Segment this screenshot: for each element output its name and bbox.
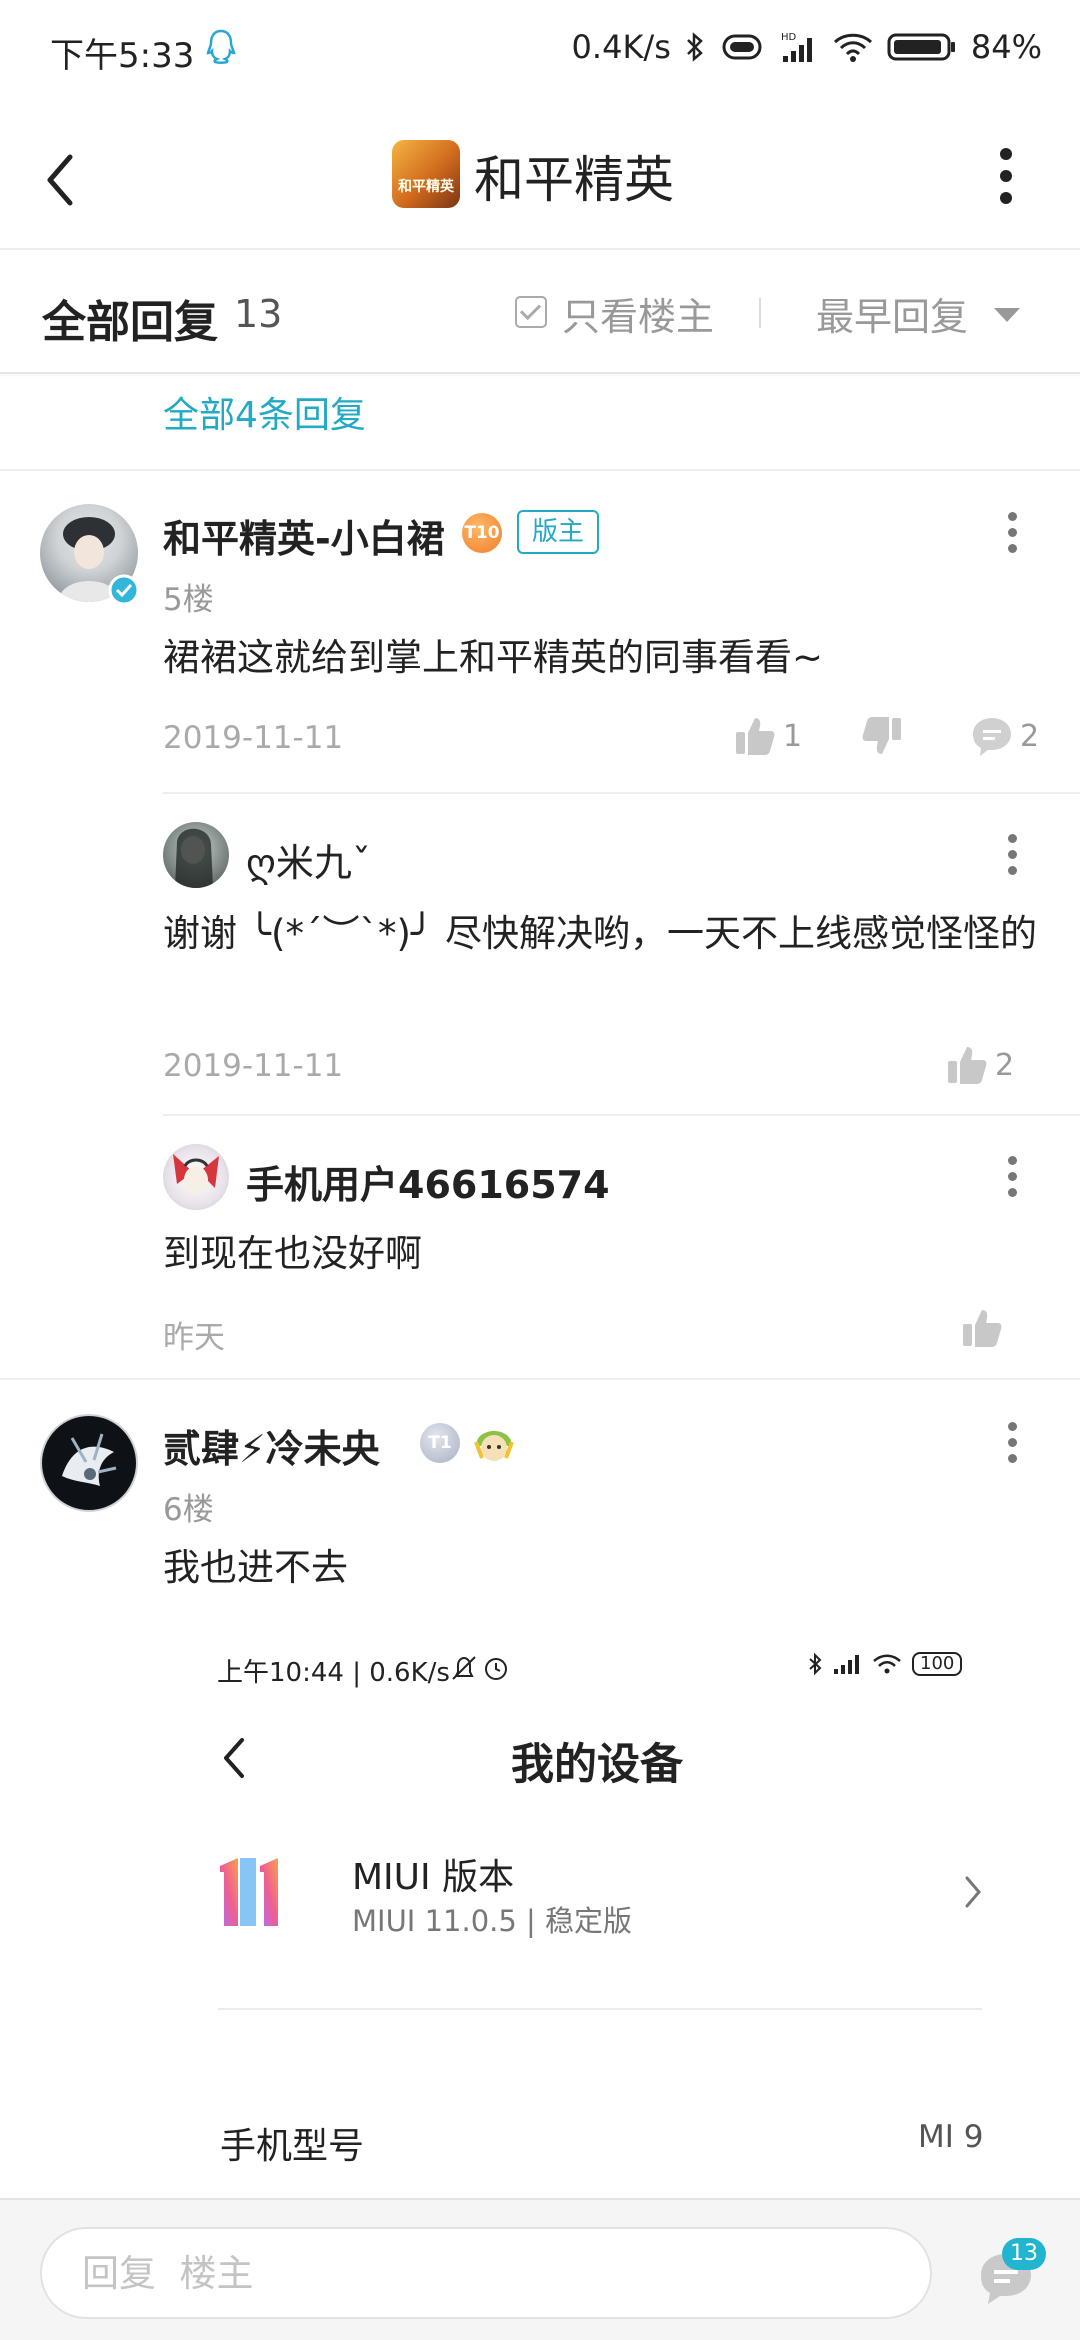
more-menu-icon[interactable]: [995, 148, 1017, 208]
post-content: 裙裙这就给到掌上和平精英的同事看看~: [163, 636, 824, 679]
thumbs-up-icon[interactable]: [960, 1306, 1004, 1350]
battery-percent: 84%: [970, 28, 1042, 66]
reply-content: 到现在也没好啊: [163, 1232, 422, 1275]
back-arrow-icon: [224, 1738, 244, 1778]
moderator-badge: 版主: [517, 510, 599, 554]
comment-count: 2: [1020, 718, 1040, 754]
wifi-icon: [833, 33, 872, 62]
divider: [0, 1378, 1080, 1380]
comment-count-badge: 13: [1002, 2238, 1046, 2270]
embedded-status-right: 100: [808, 1652, 963, 1676]
post-more-icon[interactable]: [1006, 512, 1018, 556]
sort-bar: 全部回复 13 只看楼主 最早回复: [0, 252, 1080, 374]
battery-level: 100: [912, 1652, 963, 1676]
divider: [759, 298, 761, 328]
reply-author[interactable]: 手机用户46616574: [246, 1154, 610, 1209]
game-icon-text: 和平精英: [398, 179, 454, 195]
reply-author[interactable]: ღ米九ˇ: [246, 832, 371, 887]
nav-bar: 和平精英 和平精英: [0, 110, 1080, 250]
chevron-right-icon: [965, 1876, 981, 1908]
level-badge: T1: [420, 1423, 460, 1463]
post-author[interactable]: 贰肆⚡冷未央: [163, 1418, 380, 1473]
signal-icon: HD: [781, 32, 812, 62]
miui-version-value: MIUI 11.0.5 | 稳定版: [352, 1904, 633, 1938]
all-replies-label: 全部回复: [42, 297, 218, 348]
miui-version-label: MIUI 版本: [352, 1857, 515, 1898]
thumbs-down-icon[interactable]: [860, 714, 904, 758]
model-value: MI 9: [918, 2119, 984, 2155]
game-icon: 和平精英: [392, 140, 460, 208]
model-label: 手机型号: [220, 2126, 365, 2167]
svg-text:HD: HD: [781, 32, 797, 43]
status-time: 下午5:33: [50, 36, 195, 76]
bottom-bar: 13: [0, 2198, 1080, 2340]
like-button[interactable]: 2: [945, 1043, 1014, 1087]
mute-alarm-icon: [452, 1656, 507, 1680]
mascot-badge-icon: [474, 1431, 514, 1461]
floor-number: 5楼: [163, 582, 214, 618]
comment-button[interactable]: 2: [970, 714, 1039, 758]
level-badge: T10: [462, 513, 502, 553]
comment-icon: [973, 718, 1011, 756]
reply-avatar[interactable]: [163, 822, 229, 888]
signal-icon: [834, 1655, 859, 1674]
embedded-status-time: 上午10:44 | 0.6K/s: [217, 1658, 450, 1688]
divider: [0, 469, 1080, 471]
page-title: 和平精英: [474, 151, 674, 209]
reply-input[interactable]: [40, 2227, 932, 2319]
divider: [163, 1114, 1080, 1116]
thumbs-up-icon: [948, 1047, 987, 1084]
floor-number: 6楼: [163, 1492, 214, 1528]
like-count: 2: [995, 1047, 1015, 1083]
only-op-checkbox[interactable]: [515, 296, 547, 328]
reply-date: 2019-11-11: [163, 1048, 344, 1084]
all-replies-link[interactable]: 全部4条回复: [163, 386, 366, 438]
reply-more-icon[interactable]: [1006, 834, 1018, 878]
wifi-icon: [873, 1654, 901, 1674]
sort-dropdown[interactable]: 最早回复: [816, 286, 968, 341]
bluetooth-icon: [809, 1652, 822, 1676]
reply-count: 13: [234, 292, 283, 336]
bluetooth-icon: [686, 32, 703, 62]
thumbs-up-icon: [736, 718, 775, 755]
status-right: 0.4K/s HD 84%: [572, 28, 1042, 66]
like-button[interactable]: 1: [733, 714, 802, 758]
miui-logo-icon: [220, 1858, 278, 1926]
post-content: 我也进不去: [163, 1546, 348, 1589]
post-author[interactable]: 和平精英-小白裙: [163, 508, 445, 563]
like-count: 1: [783, 718, 803, 754]
reply-more-icon[interactable]: [1006, 1156, 1018, 1200]
post-more-icon[interactable]: [1006, 1422, 1018, 1466]
divider: [163, 792, 1080, 794]
network-speed: 0.4K/s: [571, 28, 671, 66]
qq-icon: [206, 29, 236, 64]
battery-icon: [887, 33, 955, 61]
status-bar: 下午5:33 0.4K/s HD 84%: [0, 0, 1080, 96]
back-arrow-icon[interactable]: [40, 145, 80, 215]
avatar[interactable]: [40, 1414, 138, 1512]
vibrate-icon: [722, 34, 762, 60]
divider: [218, 2008, 982, 2010]
chevron-down-icon[interactable]: [994, 308, 1020, 322]
post-date: 2019-11-11: [163, 720, 344, 756]
reply-content: 谢谢 ╰(*´︶`*)╯ 尽快解决哟，一天不上线感觉怪怪的: [163, 912, 1037, 955]
reply-avatar[interactable]: [163, 1144, 229, 1210]
only-op-label[interactable]: 只看楼主: [562, 286, 714, 341]
reply-date: 昨天: [163, 1320, 225, 1356]
verified-icon: [108, 574, 140, 606]
embedded-title: 我的设备: [511, 1740, 683, 1790]
